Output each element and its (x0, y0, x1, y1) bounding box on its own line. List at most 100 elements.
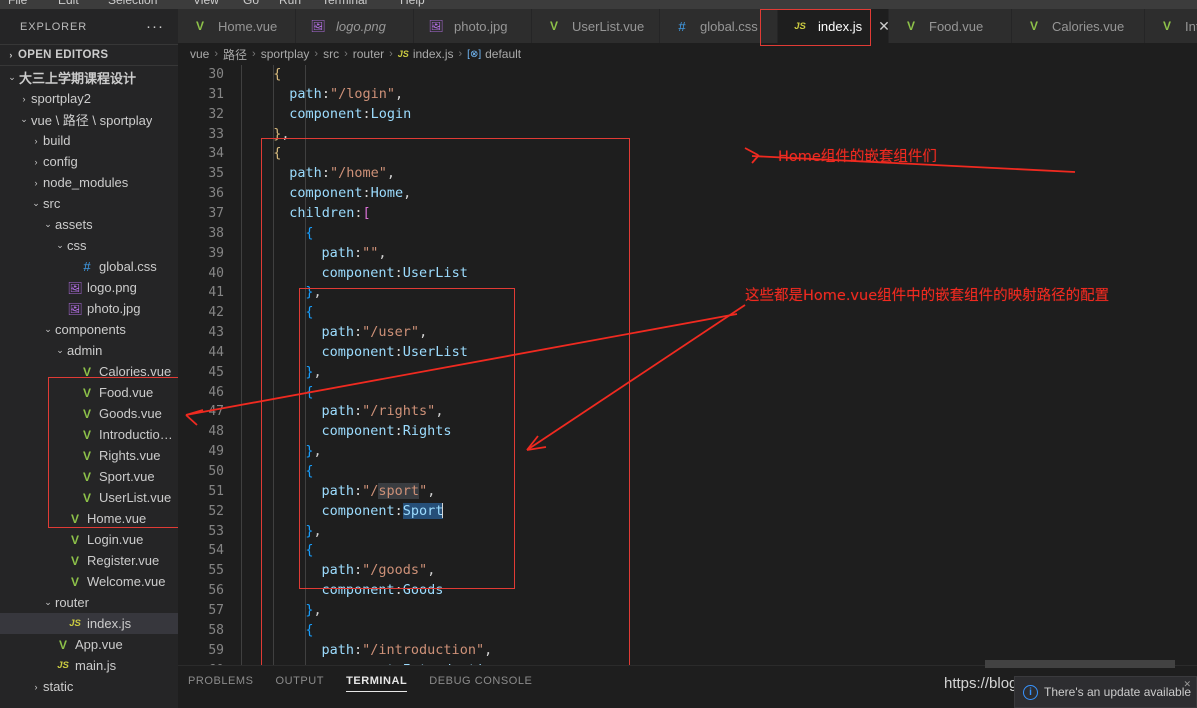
code-line[interactable]: 50 { (178, 462, 1197, 482)
code-line[interactable]: 35 path:"/home", (178, 164, 1197, 184)
breadcrumb[interactable]: vue › 路径 › sportplay › src › router › JS index.js › [… (178, 43, 1197, 65)
editor-tab-caloriesvue[interactable]: V Calories.vue (1012, 9, 1145, 43)
code-line[interactable]: 46 { (178, 383, 1197, 403)
tree-item-vuesportplay[interactable]: ⌄ vue \ 路径 \ sportplay (0, 109, 178, 130)
tree-item-register.vue[interactable]: V Register.vue (0, 550, 178, 571)
breadcrumb-item-sportplay[interactable]: sportplay (261, 47, 310, 61)
breadcrumb-item-default[interactable]: [⊗] default (467, 47, 521, 61)
menu-item-terminal[interactable]: Terminal (322, 0, 367, 9)
menu-bar[interactable]: File Edit Selection View Go Run Terminal Help (0, 0, 1197, 9)
tree-item-sportplay2[interactable]: › sportplay2 (0, 88, 178, 109)
tree-item-welcome.vue[interactable]: V Welcome.vue (0, 571, 178, 592)
editor-tab-globalcss[interactable]: # global.css (660, 9, 778, 43)
breadcrumb-item-[interactable]: 路径 (223, 46, 247, 63)
code-line[interactable]: 49}, (178, 442, 1197, 462)
code-line[interactable]: 51 path:"/sport", (178, 482, 1197, 502)
code-line[interactable]: 47 path:"/rights", (178, 402, 1197, 422)
code-line[interactable]: 40 component:UserList (178, 264, 1197, 284)
tree-item-rights.vue[interactable]: V Rights.vue (0, 445, 178, 466)
menu-item-run[interactable]: Run (279, 0, 301, 9)
breadcrumb-item-router[interactable]: router (353, 47, 384, 61)
editor-tab-indexjs[interactable]: JS index.js ✕ (778, 9, 890, 43)
panel-tab-problems[interactable]: PROBLEMS (188, 666, 254, 696)
update-notification-toast[interactable]: i There's an update available ✕ (1014, 676, 1197, 708)
editor-tab-foodvue[interactable]: V Food.vue (889, 9, 1012, 43)
code-line[interactable]: 43 path:"/user", (178, 323, 1197, 343)
breadcrumb-item-vue[interactable]: vue (190, 47, 209, 61)
menu-item-view[interactable]: View (193, 0, 219, 9)
code-line[interactable]: 31 path:"/login", (178, 85, 1197, 105)
tree-item-static[interactable]: › static (0, 676, 178, 697)
tree-item-config[interactable]: › config (0, 151, 178, 172)
open-editors-section[interactable]: › OPEN EDITORS (0, 44, 178, 66)
tree-item-build[interactable]: › build (0, 130, 178, 151)
editor-tab-introd[interactable]: V Introd (1145, 9, 1197, 43)
editor-tab-photojpg[interactable]: 🖼 photo.jpg (414, 9, 532, 43)
code-line[interactable]: 54 { (178, 541, 1197, 561)
code-line[interactable]: 53}, (178, 522, 1197, 542)
tree-item-food.vue[interactable]: V Food.vue (0, 382, 178, 403)
tree-item-router[interactable]: ⌄ router (0, 592, 178, 613)
code-content[interactable]: 30{31 path:"/login", 32 component:Login 33},… (178, 65, 1197, 665)
menu-item-edit[interactable]: Edit (58, 0, 79, 9)
code-line[interactable]: 56 component:Goods (178, 581, 1197, 601)
editor-tab-homevue[interactable]: V Home.vue (178, 9, 296, 43)
code-line[interactable]: 45}, (178, 363, 1197, 383)
menu-item-selection[interactable]: Selection (108, 0, 157, 9)
code-line[interactable]: 52 component:Sport (178, 502, 1197, 522)
tree-item-components[interactable]: ⌄ components (0, 319, 178, 340)
tree-item-home.vue[interactable]: V Home.vue (0, 508, 178, 529)
tree-item-index.js[interactable]: JS index.js (0, 613, 178, 634)
code-line[interactable]: 42 { (178, 303, 1197, 323)
breadcrumb-separator: › (344, 48, 348, 60)
close-icon[interactable]: ✕ (1183, 679, 1191, 690)
code-line[interactable]: 32 component:Login (178, 105, 1197, 125)
code-line[interactable]: 33}, (178, 125, 1197, 145)
tree-item-goods.vue[interactable]: V Goods.vue (0, 403, 178, 424)
editor-tab-userlistvue[interactable]: V UserList.vue (532, 9, 660, 43)
tree-item-main.js[interactable]: JS main.js (0, 655, 178, 676)
tree-item-node_modules[interactable]: › node_modules (0, 172, 178, 193)
code-line[interactable]: 55 path:"/goods", (178, 561, 1197, 581)
code-line[interactable]: 36 component:Home, (178, 184, 1197, 204)
menu-item-help[interactable]: Help (400, 0, 425, 9)
vue-file-icon: V (70, 574, 79, 589)
tree-item-[interactable]: ⌄ 大三上学期课程设计 (0, 67, 178, 88)
editor-tab-bar[interactable]: V Home.vue 🖼 logo.png 🖼 photo.jpg V UserList.vu… (178, 9, 1197, 43)
tree-item-photo.jpg[interactable]: 🖼 photo.jpg (0, 298, 178, 319)
menu-item-go[interactable]: Go (243, 0, 259, 9)
tree-item-calories.vue[interactable]: V Calories.vue (0, 361, 178, 382)
tree-item-assets[interactable]: ⌄ assets (0, 214, 178, 235)
tree-item-login.vue[interactable]: V Login.vue (0, 529, 178, 550)
breadcrumb-item-src[interactable]: src (323, 47, 339, 61)
panel-tab-output[interactable]: OUTPUT (276, 666, 325, 696)
code-line[interactable]: 39 path:"", (178, 244, 1197, 264)
panel-tab-debugconsole[interactable]: DEBUG CONSOLE (429, 666, 532, 696)
tree-item-global.css[interactable]: # global.css (0, 256, 178, 277)
code-line[interactable]: 34 { (178, 144, 1197, 164)
file-tree[interactable]: ⌄ 大三上学期课程设计 › sportplay2 ⌄ vue \ 路径 \ sportpl… (0, 66, 178, 697)
code-editor[interactable]: 30{31 path:"/login", 32 component:Login 33},… (178, 65, 1197, 665)
code-line[interactable]: 30 { (178, 65, 1197, 85)
code-line[interactable]: 44 component:UserList (178, 343, 1197, 363)
tree-item-sport.vue[interactable]: V Sport.vue (0, 466, 178, 487)
horizontal-scrollbar[interactable] (985, 660, 1175, 668)
tree-item-src[interactable]: ⌄ src (0, 193, 178, 214)
tree-item-admin[interactable]: ⌄ admin (0, 340, 178, 361)
code-line[interactable]: 59 path:"/introduction", (178, 641, 1197, 661)
tree-item-css[interactable]: ⌄ css (0, 235, 178, 256)
tree-item-introduction.vue[interactable]: V Introduction.vue (0, 424, 178, 445)
code-line[interactable]: 58 { (178, 621, 1197, 641)
breadcrumb-item-index.js[interactable]: JS index.js (398, 47, 454, 61)
code-line[interactable]: 48 component:Rights (178, 422, 1197, 442)
tree-item-logo.png[interactable]: 🖼 logo.png (0, 277, 178, 298)
code-line[interactable]: 37 children:[ (178, 204, 1197, 224)
editor-tab-logopng[interactable]: 🖼 logo.png (296, 9, 414, 43)
code-line[interactable]: 57}, (178, 601, 1197, 621)
code-line[interactable]: 38 { (178, 224, 1197, 244)
tree-item-app.vue[interactable]: V App.vue (0, 634, 178, 655)
tree-item-userlist.vue[interactable]: V UserList.vue (0, 487, 178, 508)
menu-item-file[interactable]: File (8, 0, 27, 9)
panel-tab-terminal[interactable]: TERMINAL (346, 666, 408, 696)
more-actions-icon[interactable]: ··· (146, 19, 164, 34)
